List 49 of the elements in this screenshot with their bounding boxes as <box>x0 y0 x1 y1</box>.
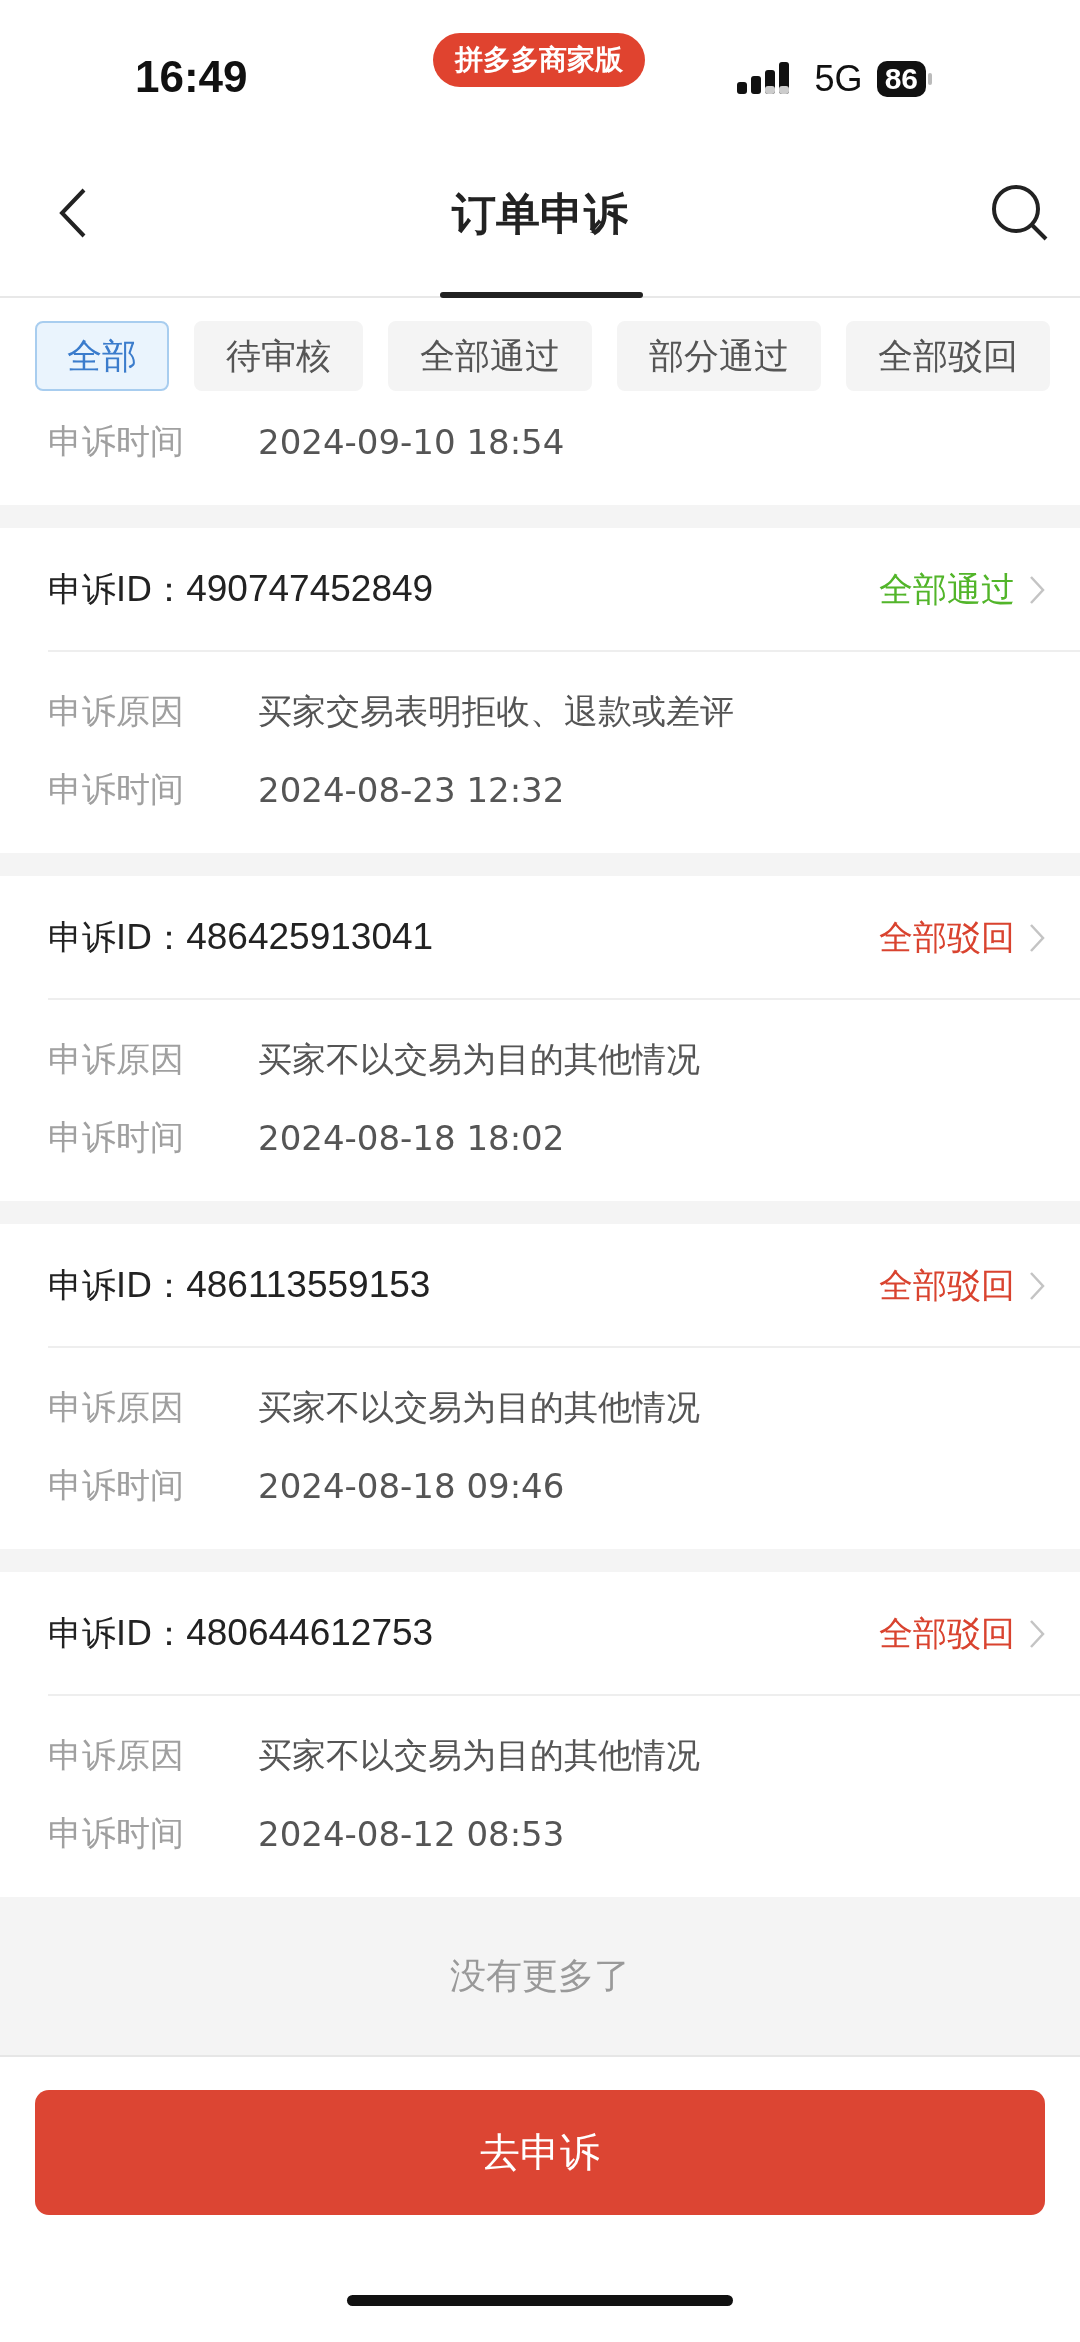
appeal-id: 486425913041 <box>186 916 434 958</box>
clock-time: 16:49 <box>135 52 248 102</box>
appeal-id: 486113559153 <box>186 1264 431 1306</box>
network-label: 5G <box>814 58 863 100</box>
filter-tab[interactable]: 部分通过 <box>617 321 821 391</box>
battery-level: 86 <box>876 61 926 97</box>
field-label: 申诉ID： <box>48 1612 187 1655</box>
field-label: 申诉时间 <box>48 1464 185 1507</box>
field-label: 申诉原因 <box>48 1734 185 1777</box>
field-label: 申诉时间 <box>48 768 185 811</box>
appeal-time: 2024-08-12 08:53 <box>258 1814 565 1854</box>
appeal-time: 2024-08-18 09:46 <box>258 1466 565 1506</box>
appeal-reason: 买家不以交易为目的其他情况 <box>258 1386 700 1429</box>
back-button[interactable] <box>58 187 88 239</box>
appeal-reason: 买家不以交易为目的其他情况 <box>258 1734 700 1777</box>
field-label: 申诉时间 <box>48 1812 185 1855</box>
page-title: 订单申诉 <box>452 187 628 241</box>
filter-tab[interactable]: 全部 <box>35 321 169 391</box>
appeal-reason: 买家不以交易为目的其他情况 <box>258 1038 700 1081</box>
appeal-id: 490747452849 <box>186 568 434 610</box>
field-label: 申诉原因 <box>48 1386 185 1429</box>
status-link[interactable]: 全部驳回 <box>879 1263 1045 1309</box>
appeal-time: 2024-08-23 12:32 <box>258 770 565 810</box>
chevron-right-icon <box>1029 923 1045 953</box>
appeal-time: 2024-09-10 18:54 <box>258 422 565 462</box>
search-button[interactable] <box>990 183 1050 243</box>
app-badge: 拼多多商家版 <box>433 33 645 87</box>
chevron-right-icon <box>1029 575 1045 605</box>
status-link[interactable]: 全部驳回 <box>879 1611 1045 1657</box>
appeal-id: 480644612753 <box>186 1612 434 1654</box>
field-label: 申诉时间 <box>48 1116 185 1159</box>
status-link[interactable]: 全部驳回 <box>879 915 1045 961</box>
appeal-time: 2024-08-18 18:02 <box>258 1118 565 1158</box>
field-label: 申诉时间 <box>48 420 185 463</box>
chevron-right-icon <box>1029 1619 1045 1649</box>
field-label: 申诉原因 <box>48 690 185 733</box>
field-label: 申诉ID： <box>48 568 187 611</box>
chevron-right-icon <box>1029 1271 1045 1301</box>
field-label: 申诉ID： <box>48 1264 187 1307</box>
field-label: 申诉原因 <box>48 1038 185 1081</box>
battery-tip-icon <box>928 73 932 85</box>
end-of-list-text: 没有更多了 <box>450 1953 630 1998</box>
status-link[interactable]: 全部通过 <box>879 567 1045 613</box>
filter-tab[interactable]: 全部驳回 <box>846 321 1050 391</box>
field-label: 申诉ID： <box>48 916 187 959</box>
filter-tab[interactable]: 全部通过 <box>388 321 592 391</box>
appeal-reason: 买家交易表明拒收、退款或差评 <box>258 690 734 733</box>
filter-tab[interactable]: 待审核 <box>194 321 363 391</box>
appeal-button[interactable]: 去申诉 <box>35 2090 1045 2215</box>
